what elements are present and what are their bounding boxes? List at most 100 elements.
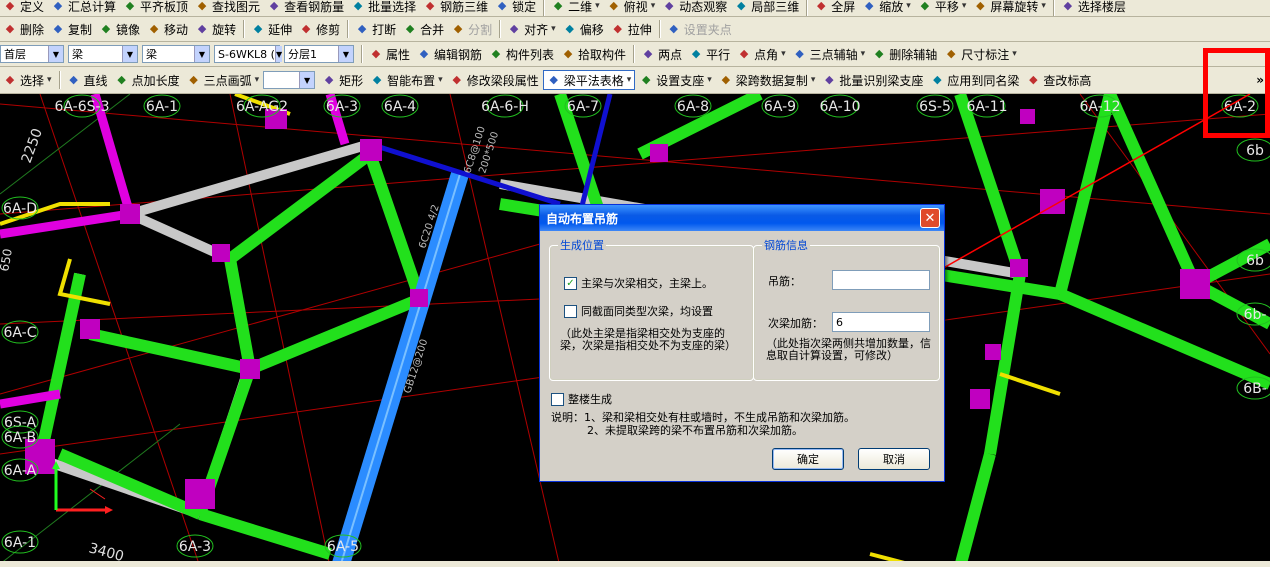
checkbox-option2[interactable] [564,304,577,318]
top-tool-7-button[interactable]: ◆ 锁定 [492,0,539,16]
draw-tool-11-button-label: 应用到同名梁 [947,73,1020,88]
combo-2[interactable]: 梁 ▼ [142,45,210,63]
cancel-button[interactable]: 取消 [858,448,930,470]
axis-label-top: 6A-AG2 [236,99,288,115]
top-tool-15-button[interactable]: ◆ 屏幕旋转 [970,0,1049,16]
draw-tool-2-button[interactable]: ◆ 点加长度 [112,70,183,90]
chevron-down-icon[interactable]: ▼ [338,46,353,62]
edit-tool-6-button[interactable]: ◆ 修剪 [296,19,343,39]
combo-0[interactable]: 首层 ▼ [0,45,64,63]
top-tool-13-button[interactable]: ◆ 缩放 [859,0,914,16]
chevron-down-icon[interactable]: ▼ [299,72,315,88]
hanger-input[interactable] [832,270,930,290]
chevron-down-icon[interactable]: ▼ [48,46,63,62]
edit-tool-3-button-label: 移动 [164,22,189,37]
draw-tool-3-button-label: 三点画弧 [203,73,252,88]
option-same-section[interactable]: 同截面同类型次梁，均设置 [564,303,713,319]
edit-tool-10-button[interactable]: ◆ 对齐 [504,19,559,39]
top-tool-9-button[interactable]: ◆ 俯视 [604,0,659,16]
draw-tool-12-button[interactable]: ◆ 查改标高 [1023,70,1094,90]
top-tool-0-button[interactable]: ◆ 定义 [0,0,47,16]
prop-tool-7-button[interactable]: ◆ 三点辅轴 [790,44,869,64]
edit-tool-8-button-label: 合并 [420,22,445,37]
top-tool-8-button[interactable]: ◆ 二维 [548,0,603,16]
prop-tool-7-icon: ◆ [795,47,804,60]
top-tool-3-button[interactable]: ◆ 查找图元 [192,0,263,16]
draw-tool-5-button[interactable]: ◆ 智能布置 [367,70,446,90]
draw-tool-11-button[interactable]: ◆ 应用到同名梁 [927,70,1022,90]
auto-hanger-dialog: 自动布置吊筋 ✕ 生成位置 ✓ 主梁与次梁相交，主梁上。 同截面同类型次梁，均设… [539,204,945,482]
draw-tool-6-button[interactable]: ◆ 修改梁段属性 [447,70,542,90]
close-icon[interactable]: ✕ [920,208,940,228]
top-tool-12-button[interactable]: ◆ 全屏 [811,0,858,16]
edit-tool-5-button[interactable]: ◆ 延伸 [248,19,295,39]
draw-tool-9-button[interactable]: ◆ 梁跨数据复制 [716,70,819,90]
draw-tool-7-icon: ◆ [549,73,558,86]
top-tool-11-button[interactable]: ◆ 局部三维 [731,0,802,16]
top-tool-10-button[interactable]: ◆ 动态观察 [659,0,730,16]
prop-tool-4-button[interactable]: ◆ 两点 [638,44,685,64]
prop-tool-9-button-label: 尺寸标注 [961,47,1010,62]
group-position-legend: 生成位置 [558,237,606,253]
top-tool-16-icon: ◆ [1063,0,1073,12]
combo-4[interactable]: 分层1 ▼ [284,45,354,63]
edit-tool-12-button[interactable]: ◆ 拉伸 [608,19,655,39]
whole-floor-option[interactable]: 整楼生成 [551,391,612,407]
draw-tool-10-button[interactable]: ◆ 批量识别梁支座 [819,70,926,90]
top-tool-13-button-label: 缩放 [879,0,904,14]
chevron-down-icon[interactable]: ▼ [122,46,137,62]
prop-tool-0-button[interactable]: ◆ 属性 [366,44,413,64]
edit-tool-8-button[interactable]: ◆ 合并 [400,19,447,39]
draw-tool-8-button[interactable]: ◆ 设置支座 [636,70,715,90]
draw-tool-3-button[interactable]: ◆ 三点画弧 [184,70,263,90]
edit-tool-7-button[interactable]: ◆ 打断 [352,19,399,39]
ok-button[interactable]: 确定 [772,448,844,470]
explanation-line1: 说明：1、梁和梁相交处有柱或墙时，不生成吊筋和次梁加筋。 [551,411,855,424]
top-tool-9-button-label: 俯视 [623,0,648,14]
draw-tool-7-button[interactable]: ◆ 梁平法表格 [542,70,636,90]
stirrup-input[interactable]: 6 [832,312,930,332]
draw-combo[interactable]: ▼ [263,71,316,89]
combo-3[interactable]: S-6WKL8 (▼ [214,45,283,63]
prop-tool-8-button[interactable]: ◆ 删除辅轴 [869,44,940,64]
edit-tool-0-button[interactable]: ◆ 删除 [0,19,47,39]
checkbox-option1[interactable]: ✓ [564,276,577,290]
edit-tool-11-button[interactable]: ◆ 偏移 [560,19,607,39]
toolbar-separator [243,20,246,38]
top-tool-14-button[interactable]: ◆ 平移 [915,0,970,16]
edit-tool-13-button[interactable]: ◆ 设置夹点 [664,19,735,39]
draw-tool-4-button[interactable]: ◆ 矩形 [319,70,366,90]
draw-tool-5-icon: ◆ [372,73,382,86]
prop-tool-9-button[interactable]: ◆ 尺寸标注 [941,44,1020,64]
prop-tool-5-button[interactable]: ◆ 平行 [686,44,733,64]
top-tool-16-button[interactable]: ◆ 选择楼层 [1058,0,1129,16]
top-tool-2-button[interactable]: ◆ 平齐板顶 [120,0,191,16]
edit-tool-2-button[interactable]: ◆ 镜像 [96,19,143,39]
edit-tool-2-icon: ◆ [101,22,111,35]
prop-tool-2-button[interactable]: ◆ 构件列表 [486,44,557,64]
combo-1[interactable]: 梁 ▼ [68,45,138,63]
prop-tool-6-button[interactable]: ◆ 点角 [734,44,789,64]
edit-tool-9-button[interactable]: ◆ 分割 [448,19,495,39]
edit-tool-1-button[interactable]: ◆ 复制 [48,19,95,39]
draw-tool-7-button-label: 梁平法表格 [563,73,624,88]
top-tool-5-button[interactable]: ◆ 批量选择 [348,0,419,16]
top-tool-4-button[interactable]: ◆ 查看钢筋量 [264,0,347,16]
top-tool-1-icon: ◆ [53,0,63,12]
edit-tool-3-button[interactable]: ◆ 移动 [144,19,191,39]
draw-tool-0-button[interactable]: ◆ 选择 [0,70,55,90]
top-tool-11-button-label: 局部三维 [751,0,800,14]
prop-tool-1-button[interactable]: ◆ 编辑钢筋 [414,44,485,64]
checkbox-whole-floor[interactable] [551,392,564,406]
axis-label-top: 6A-6-H [481,99,529,115]
option-main-secondary[interactable]: ✓ 主梁与次梁相交，主梁上。 [564,275,713,291]
edit-tool-4-button[interactable]: ◆ 旋转 [192,19,239,39]
top-tool-1-button[interactable]: ◆ 汇总计算 [48,0,119,16]
top-tool-0-icon: ◆ [5,0,15,12]
chevron-down-icon[interactable]: ▼ [274,46,283,62]
draw-tool-1-button[interactable]: ◆ 直线 [64,70,111,90]
edit-tool-4-button-label: 旋转 [212,22,237,37]
top-tool-6-button[interactable]: ◆ 钢筋三维 [420,0,491,16]
prop-tool-3-button[interactable]: ◆ 拾取构件 [558,44,629,64]
chevron-down-icon[interactable]: ▼ [194,46,209,62]
